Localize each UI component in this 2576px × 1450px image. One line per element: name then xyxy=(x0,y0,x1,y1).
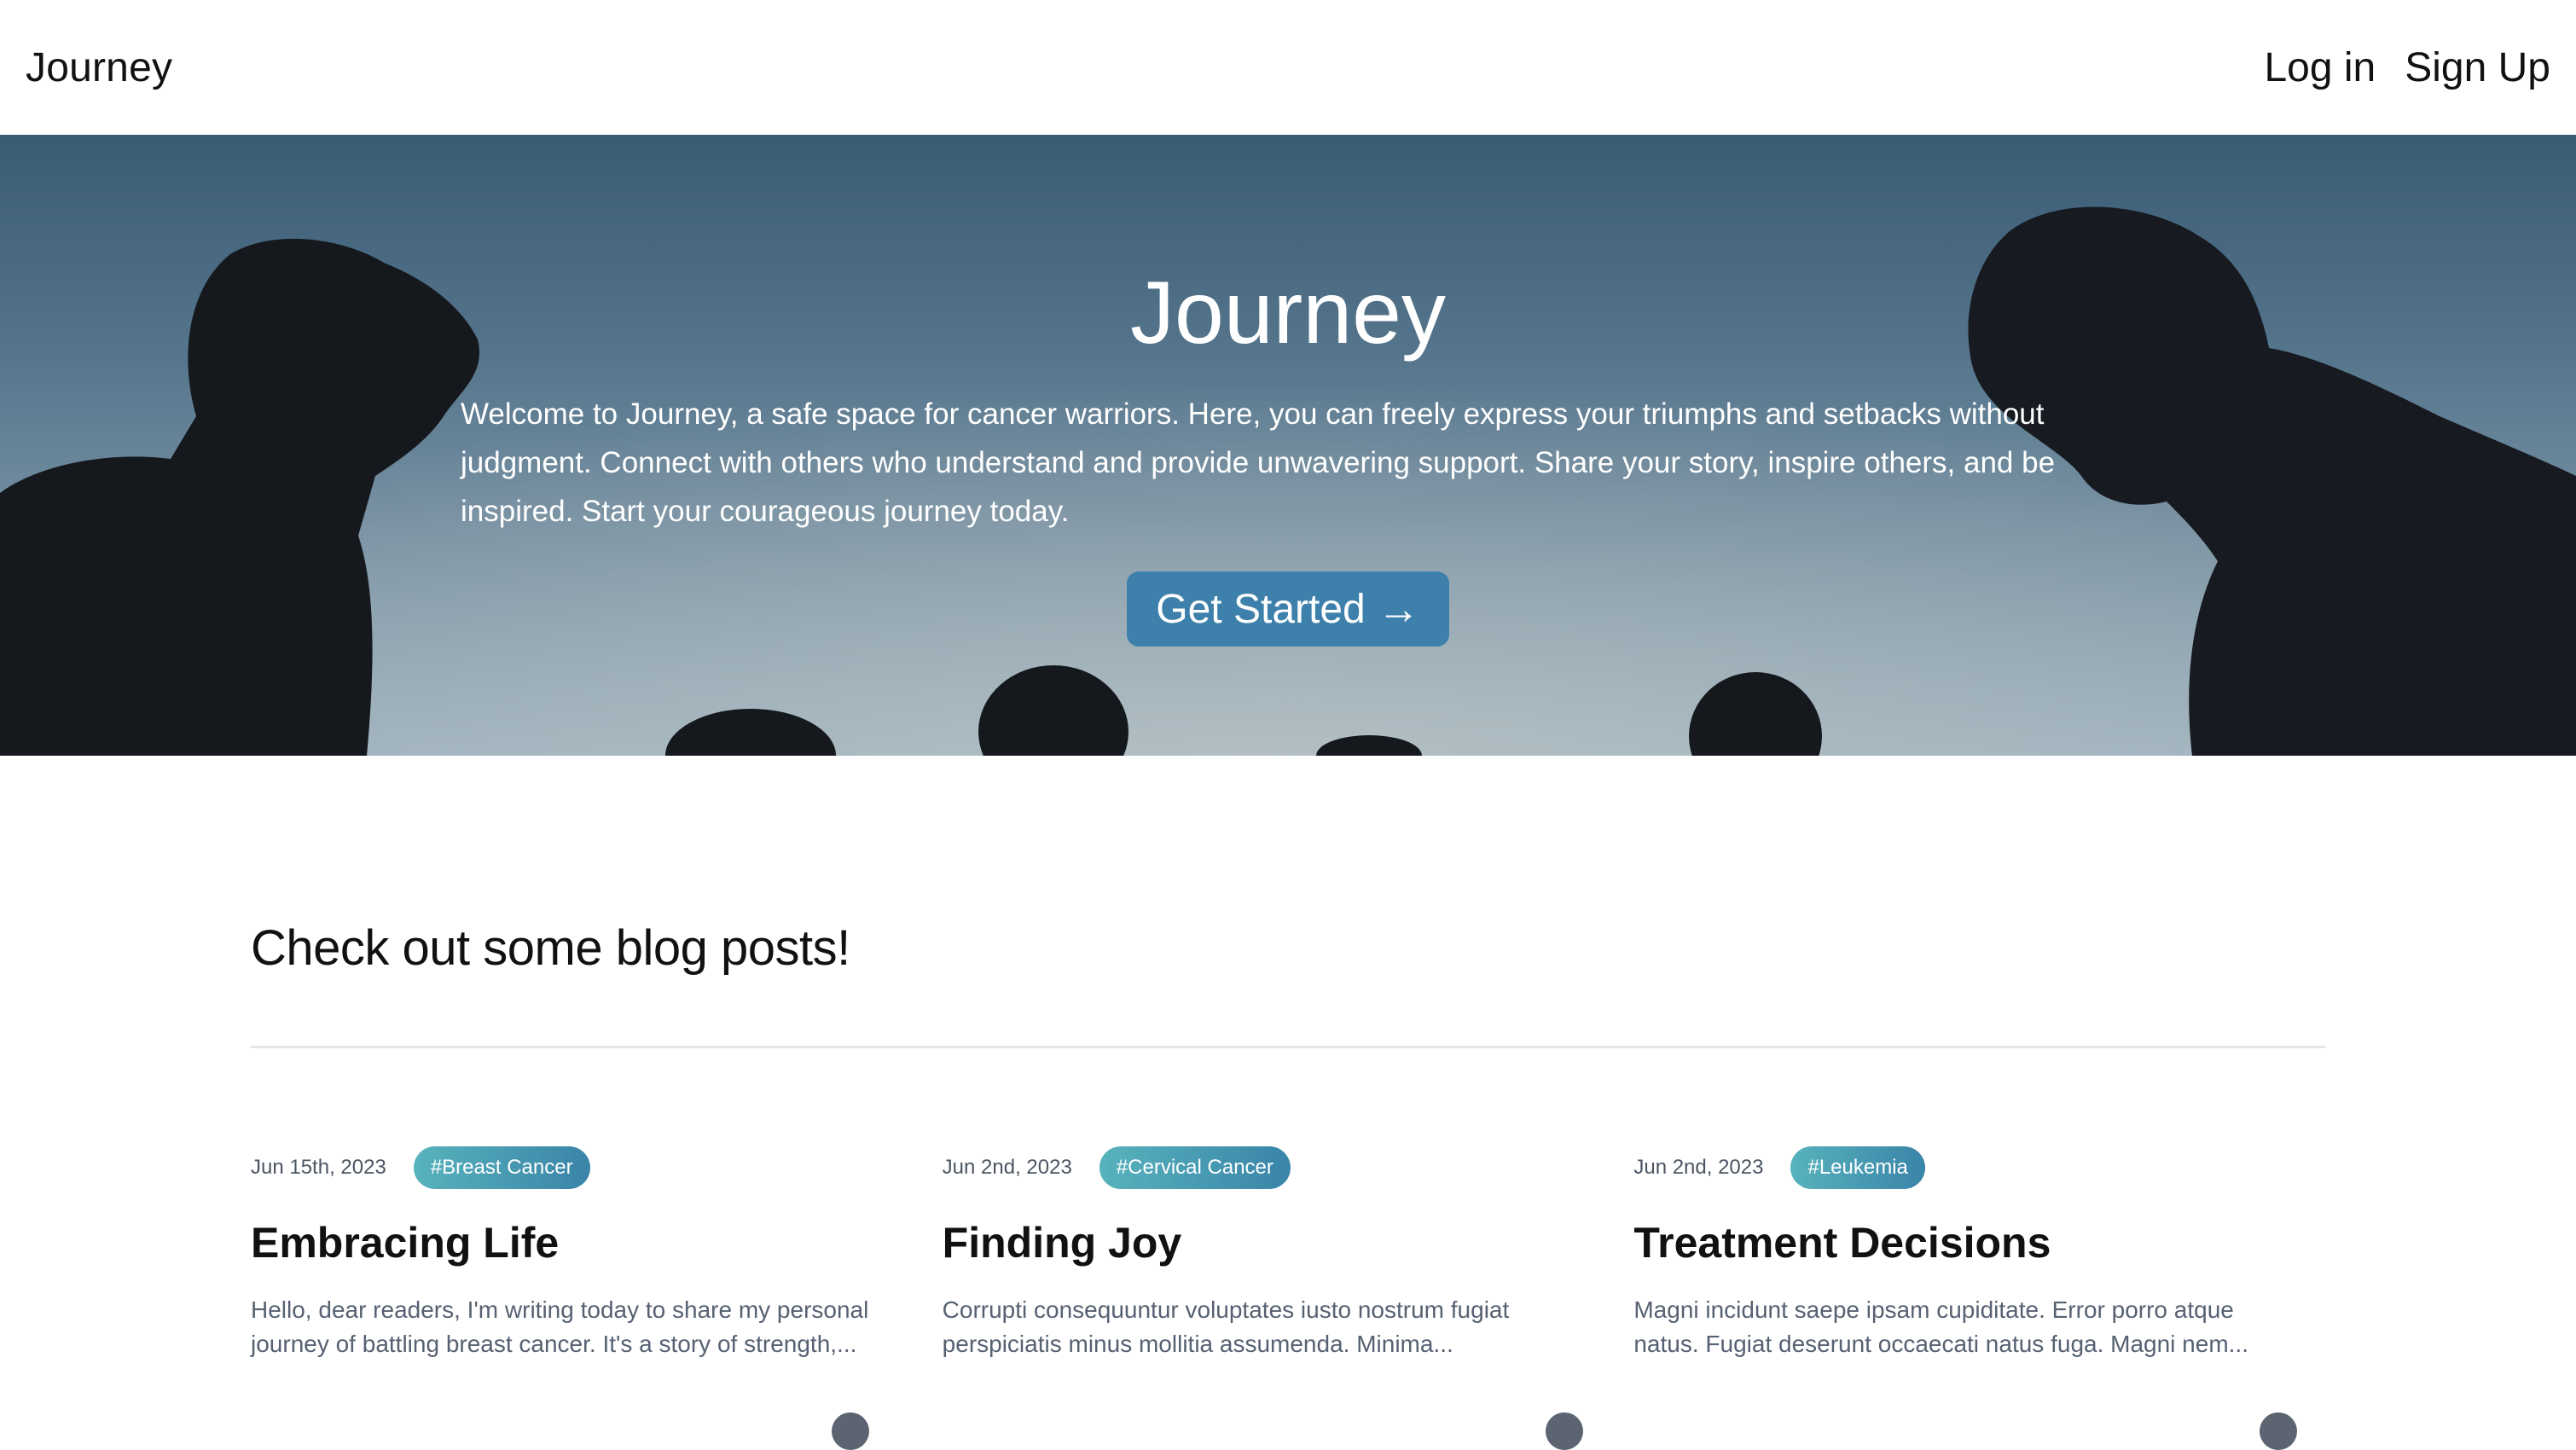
hero-title: Journey xyxy=(1130,264,1446,362)
blog-post-card[interactable]: Jun 2nd, 2023 #Cervical Cancer Finding J… xyxy=(943,1146,1634,1361)
brand-logo[interactable]: Journey xyxy=(26,44,172,91)
blog-section: Check out some blog posts! Jun 15th, 202… xyxy=(251,919,2325,1357)
hero-description: Welcome to Journey, a safe space for can… xyxy=(461,397,2056,528)
blog-post-list: Jun 15th, 2023 #Breast Cancer Embracing … xyxy=(251,1146,2325,1361)
author-avatar[interactable] xyxy=(2260,1412,2297,1450)
top-navbar: Journey Log in Sign Up xyxy=(0,0,2576,135)
author-avatar[interactable] xyxy=(832,1412,869,1450)
post-meta: Jun 2nd, 2023 #Leukemia xyxy=(1633,1146,2325,1189)
blog-post-card[interactable]: Jun 2nd, 2023 #Leukemia Treatment Decisi… xyxy=(1633,1146,2325,1361)
get-started-button[interactable]: Get Started → xyxy=(1127,571,1449,647)
hero-banner: Journey Welcome to Journey, a safe space… xyxy=(0,135,2576,756)
post-tag[interactable]: #Cervical Cancer xyxy=(1099,1146,1291,1189)
post-excerpt: Hello, dear readers, I'm writing today t… xyxy=(251,1296,869,1357)
section-divider xyxy=(251,1046,2325,1048)
post-meta: Jun 15th, 2023 #Breast Cancer xyxy=(251,1146,943,1189)
signup-link[interactable]: Sign Up xyxy=(2405,44,2550,91)
post-date: Jun 2nd, 2023 xyxy=(1633,1156,1764,1179)
post-tag[interactable]: #Leukemia xyxy=(1790,1146,1925,1189)
blog-post-card[interactable]: Jun 15th, 2023 #Breast Cancer Embracing … xyxy=(251,1146,943,1361)
author-avatar[interactable] xyxy=(1546,1412,1583,1450)
blog-section-heading: Check out some blog posts! xyxy=(251,920,850,976)
post-date: Jun 2nd, 2023 xyxy=(942,1156,1072,1179)
post-excerpt: Corrupti consequuntur voluptates iusto n… xyxy=(942,1296,1510,1357)
post-meta: Jun 2nd, 2023 #Cervical Cancer xyxy=(943,1146,1634,1189)
arrow-right-icon: → xyxy=(1377,585,1420,633)
login-link[interactable]: Log in xyxy=(2264,44,2376,91)
post-title[interactable]: Finding Joy xyxy=(943,1218,1634,1267)
post-excerpt: Magni incidunt saepe ipsam cupiditate. E… xyxy=(1633,1296,2248,1357)
get-started-label: Get Started xyxy=(1156,586,1366,632)
post-tag[interactable]: #Breast Cancer xyxy=(413,1146,590,1189)
post-date: Jun 15th, 2023 xyxy=(251,1156,386,1179)
post-title[interactable]: Embracing Life xyxy=(251,1218,943,1267)
hero-content: Journey Welcome to Journey, a safe space… xyxy=(461,263,2115,647)
auth-links: Log in Sign Up xyxy=(2264,44,2550,91)
post-title[interactable]: Treatment Decisions xyxy=(1633,1218,2325,1267)
